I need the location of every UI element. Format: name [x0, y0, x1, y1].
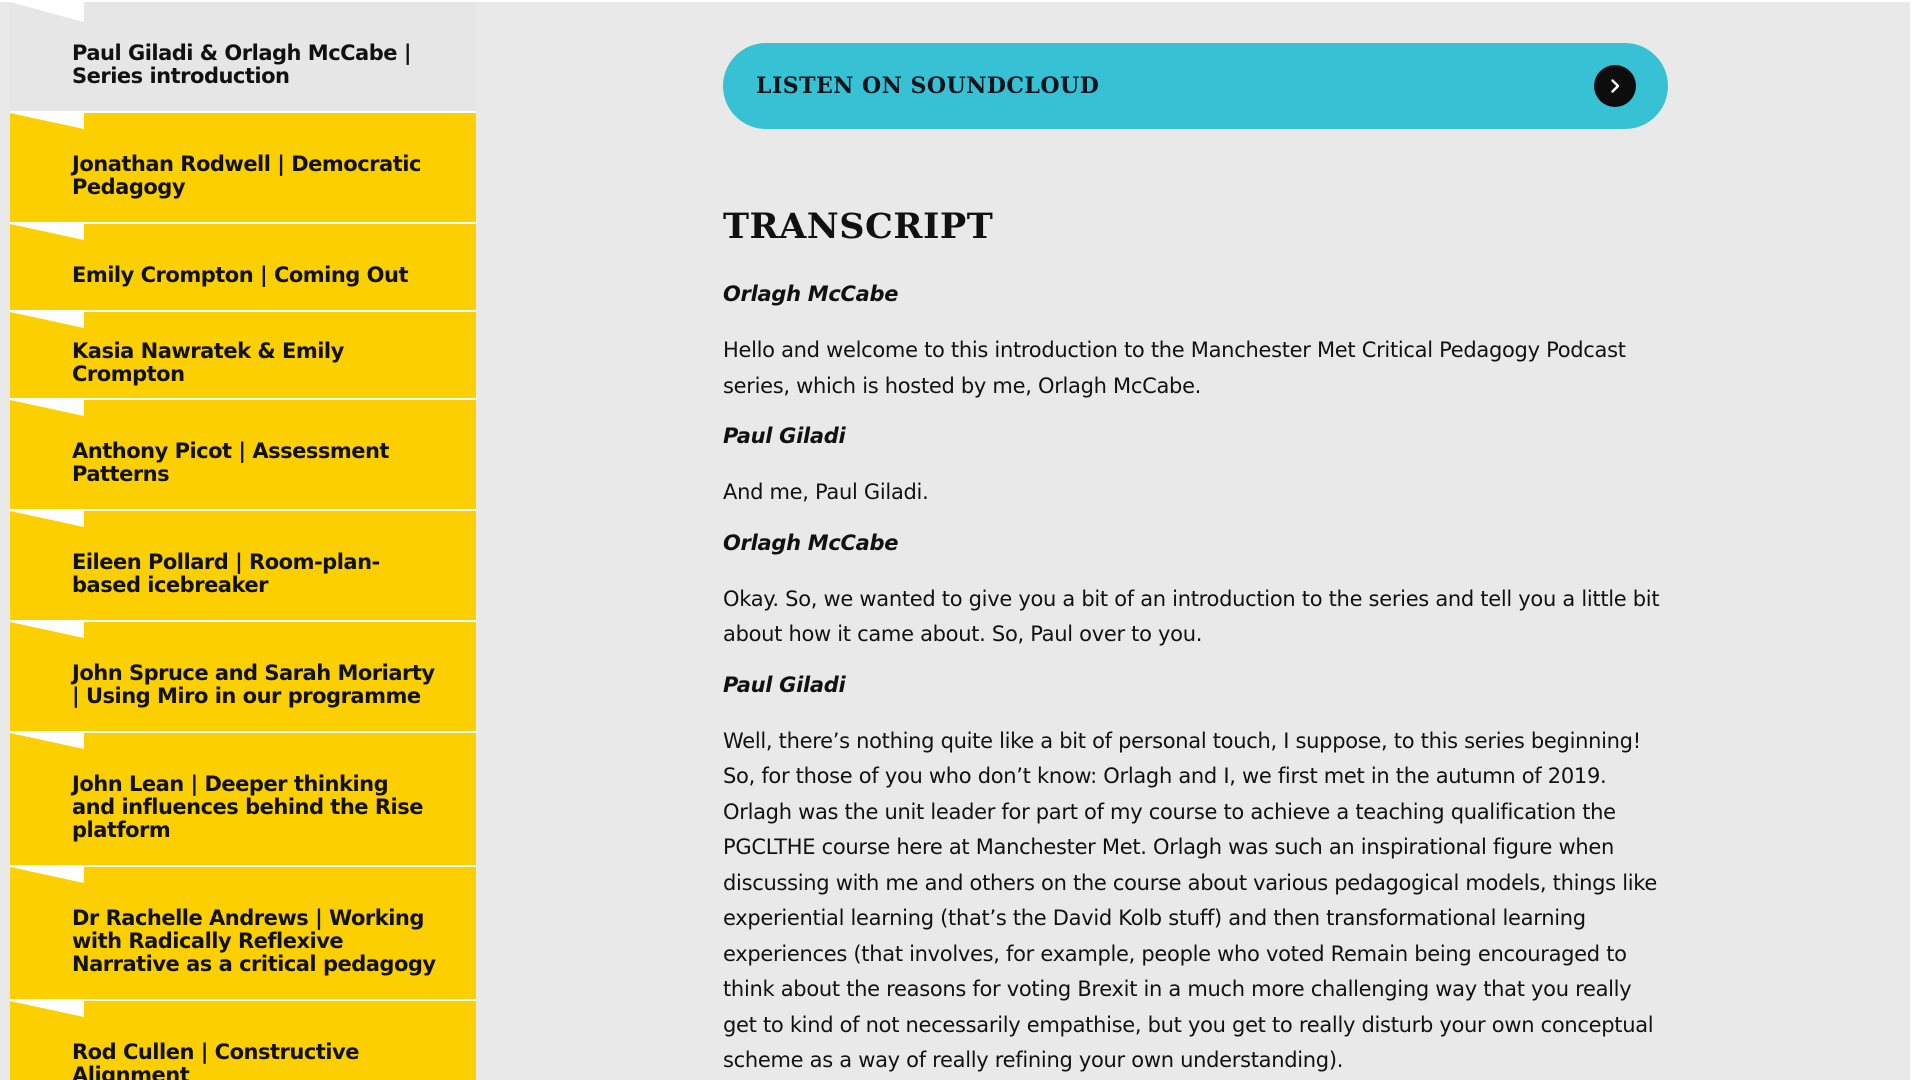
speaker-name: Orlagh McCabe	[723, 530, 899, 555]
transcript-body: Orlagh McCabe Hello and welcome to this …	[723, 282, 1668, 1080]
sidebar-item-label: Rod Cullen | Constructive Alignment	[72, 1039, 359, 1080]
sidebar-item-nawratek-crompton[interactable]: Kasia Nawratek & Emily Crompton	[10, 312, 476, 400]
page: Paul Giladi & Orlagh McCabe | Series int…	[0, 0, 1920, 1080]
sidebar-item-label: John Lean | Deeper thinking and influenc…	[72, 771, 423, 842]
listen-button-label: LISTEN ON SOUNDCLOUD	[756, 73, 1100, 99]
sidebar-item-constructive-alignment[interactable]: Rod Cullen | Constructive Alignment	[10, 1001, 476, 1080]
chevron-right-icon	[1594, 65, 1636, 107]
transcript-paragraph: Hello and welcome to this introduction t…	[723, 338, 1626, 398]
speaker-name: Paul Giladi	[723, 424, 846, 448]
listen-on-soundcloud-button[interactable]: LISTEN ON SOUNDCLOUD	[723, 43, 1668, 129]
speaker-name: Orlagh McCabe	[723, 282, 899, 306]
right-edge	[1910, 0, 1920, 1080]
transcript-paragraph: And me, Paul Giladi.	[723, 480, 929, 504]
sidebar-item-rise-platform[interactable]: John Lean | Deeper thinking and influenc…	[10, 733, 476, 867]
sidebar-item-label: Jonathan Rodwell | Democratic Pedagogy	[72, 151, 421, 199]
sidebar-item-democratic-pedagogy[interactable]: Jonathan Rodwell | Democratic Pedagogy	[10, 113, 476, 224]
transcript-paragraph: Well, there’s nothing quite like a bit o…	[723, 728, 1657, 1073]
sidebar-item-coming-out[interactable]: Emily Crompton | Coming Out	[10, 224, 476, 312]
sidebar-item-series-introduction[interactable]: Paul Giladi & Orlagh McCabe | Series int…	[10, 2, 476, 113]
sidebar-item-label: Paul Giladi & Orlagh McCabe | Series int…	[72, 40, 411, 88]
sidebar-item-reflexive-narrative[interactable]: Dr Rachelle Andrews | Working with Radic…	[10, 867, 476, 1001]
sidebar-item-label: Dr Rachelle Andrews | Working with Radic…	[72, 905, 436, 976]
sidebar-item-room-plan-icebreaker[interactable]: Eileen Pollard | Room-plan-based icebrea…	[10, 511, 476, 622]
sidebar-item-label: Eileen Pollard | Room-plan-based icebrea…	[72, 549, 380, 597]
sidebar-item-assessment-patterns[interactable]: Anthony Picot | Assessment Patterns	[10, 400, 476, 511]
episode-sidebar: Paul Giladi & Orlagh McCabe | Series int…	[10, 2, 476, 1080]
sidebar-item-label: Emily Crompton | Coming Out	[72, 262, 409, 287]
speaker-name: Paul Giladi	[723, 672, 846, 697]
transcript-paragraph: Okay. So, we wanted to give you a bit of…	[723, 586, 1660, 647]
sidebar-item-label: Anthony Picot | Assessment Patterns	[72, 438, 389, 486]
sidebar-item-label: Kasia Nawratek & Emily Crompton	[72, 339, 344, 386]
sidebar-item-using-miro[interactable]: John Spruce and Sarah Moriarty | Using M…	[10, 622, 476, 733]
sidebar-item-label: John Spruce and Sarah Moriarty | Using M…	[72, 660, 435, 708]
transcript-heading: TRANSCRIPT	[723, 206, 994, 247]
